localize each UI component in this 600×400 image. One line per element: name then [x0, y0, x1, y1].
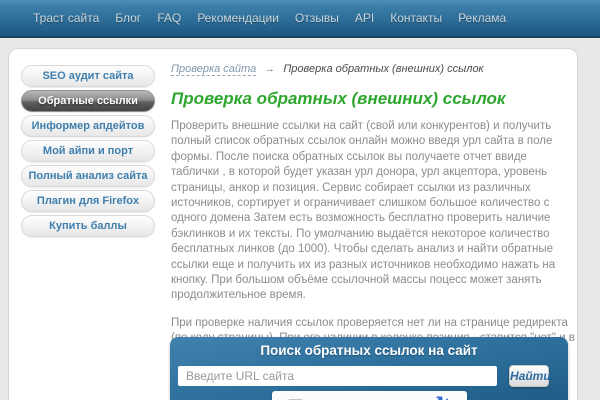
sidebar-item-my-ip-port[interactable]: Мой айпи и порт [21, 140, 155, 162]
breadcrumb: Проверка сайта → Проверка обратных (внеш… [171, 63, 577, 75]
intro-paragraph: Проверить внешние ссылки на сайт (свой и… [171, 119, 575, 304]
sidebar-item-backlinks[interactable]: Обратные ссылки [21, 90, 155, 112]
breadcrumb-separator-icon: → [264, 63, 275, 75]
search-form: Найти [178, 365, 568, 387]
breadcrumb-link-site-check[interactable]: Проверка сайта [171, 63, 256, 76]
nav-item-contacts[interactable]: Контакты [390, 11, 442, 25]
sidebar-item-buy-points[interactable]: Купить баллы [21, 215, 155, 237]
nav-item-reviews[interactable]: Отзывы [295, 11, 339, 25]
sidebar-item-update-informer[interactable]: Информер апдейтов [21, 115, 155, 137]
captcha-refresh-icon[interactable]: ↻ [435, 394, 450, 400]
nav-item-ads[interactable]: Реклама [458, 11, 506, 25]
backlink-search-panel: Поиск обратных ссылок на сайт Найти ↻ [170, 337, 568, 400]
sidebar-item-full-analysis[interactable]: Полный анализ сайта [21, 165, 155, 187]
page-title: Проверка обратных (внешних) ссылок [171, 89, 577, 109]
breadcrumb-current: Проверка обратных (внешних) ссылок [283, 63, 483, 75]
page: Траст сайта Блог FAQ Рекомендации Отзывы… [0, 0, 600, 400]
search-panel-title: Поиск обратных ссылок на сайт [170, 337, 568, 358]
nav-item-recommendations[interactable]: Рекомендации [197, 11, 279, 25]
nav-item-faq[interactable]: FAQ [157, 11, 181, 25]
sidebar-item-seo-audit[interactable]: SEO аудит сайта [21, 65, 155, 87]
top-navbar: Траст сайта Блог FAQ Рекомендации Отзывы… [0, 0, 600, 38]
sidebar: SEO аудит сайта Обратные ссылки Информер… [21, 65, 155, 240]
nav-item-trust[interactable]: Траст сайта [33, 11, 99, 25]
nav-item-api[interactable]: API [355, 11, 374, 25]
captcha-widget: ↻ [272, 391, 467, 400]
find-button[interactable]: Найти [509, 365, 549, 387]
sidebar-item-firefox-plugin[interactable]: Плагин для Firefox [21, 190, 155, 212]
url-input[interactable] [178, 366, 497, 386]
nav-item-blog[interactable]: Блог [115, 11, 141, 25]
